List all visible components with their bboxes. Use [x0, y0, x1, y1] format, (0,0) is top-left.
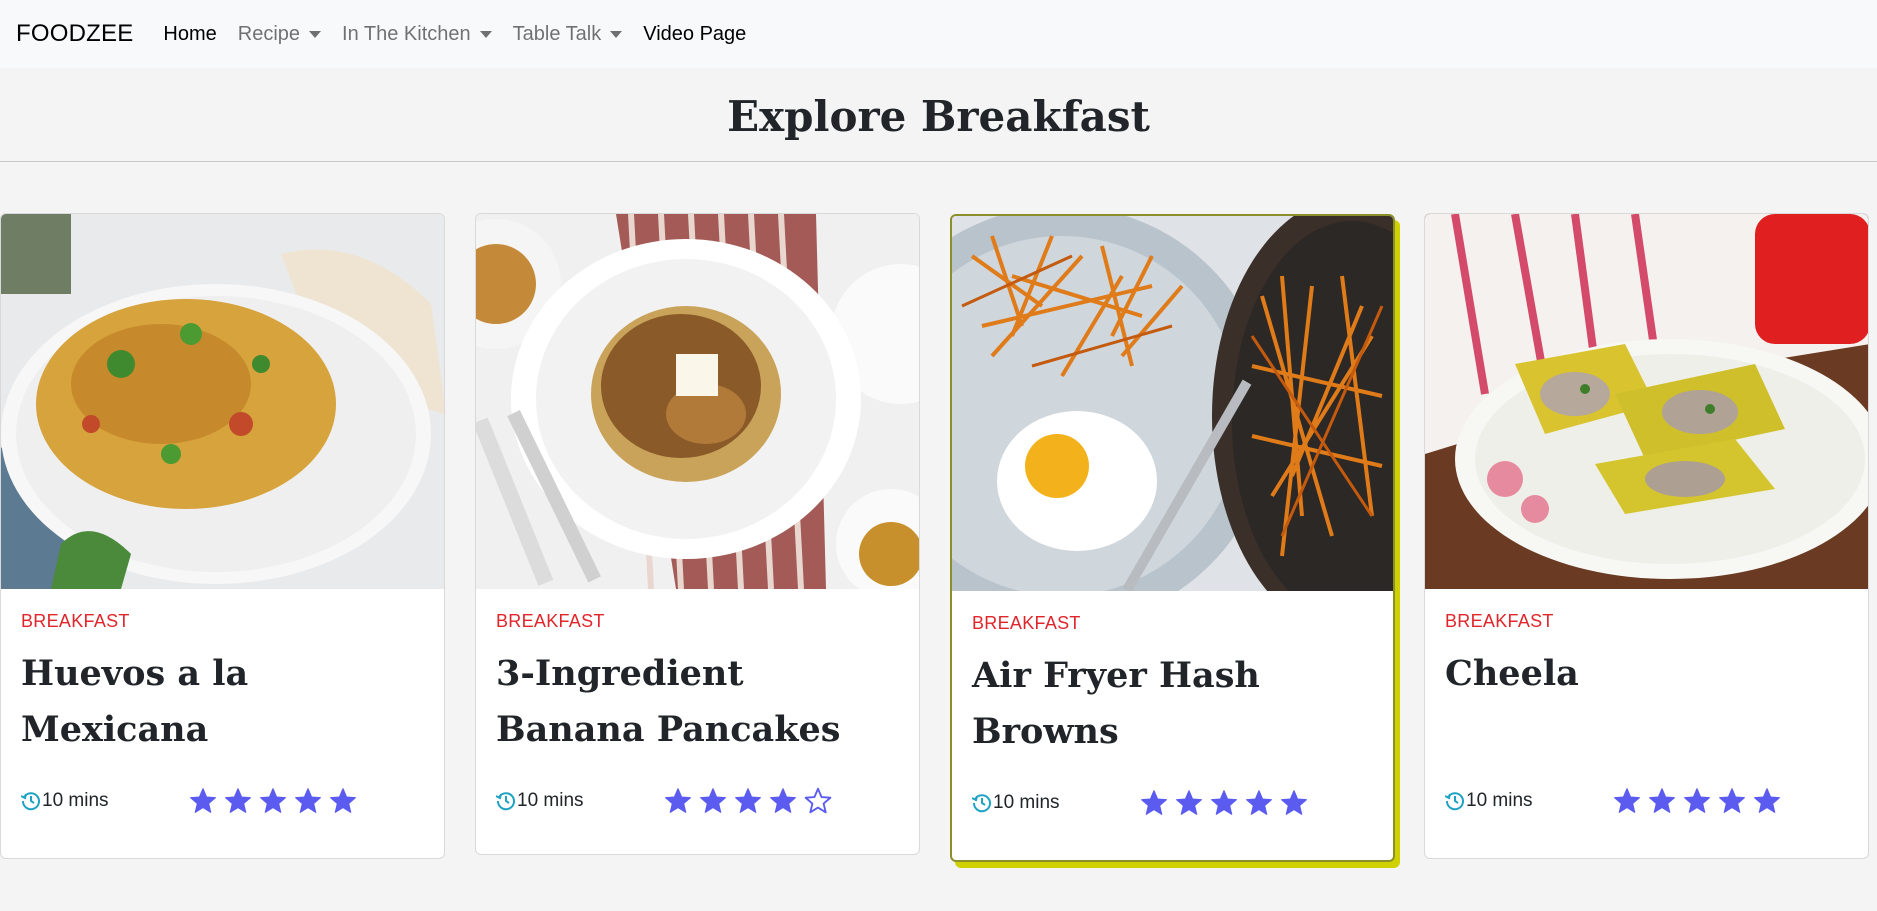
- history-clock-icon: [496, 792, 515, 811]
- star-filled-icon: [330, 788, 356, 813]
- caret-down-icon: [309, 30, 322, 38]
- star-filled-icon: [1176, 790, 1202, 815]
- cook-time: 10 mins: [972, 792, 1140, 814]
- page-header: Explore Breakfast: [0, 68, 1877, 162]
- page-title: Explore Breakfast: [727, 92, 1150, 141]
- recipe-image-pancakes[interactable]: [476, 214, 919, 589]
- rating-stars: [189, 787, 364, 815]
- cook-time-label: 10 mins: [993, 792, 1060, 813]
- star-filled-icon: [665, 788, 691, 813]
- cook-time-label: 10 mins: [42, 790, 109, 811]
- cook-time: 10 mins: [1445, 790, 1613, 812]
- history-clock-icon: [972, 794, 991, 813]
- history-clock-icon: [21, 792, 40, 811]
- rating-stars: [1140, 789, 1315, 817]
- star-filled-icon: [1684, 788, 1710, 813]
- cook-time: 10 mins: [496, 790, 664, 812]
- nav-in-the-kitchen-dropdown[interactable]: In The Kitchen: [342, 23, 492, 46]
- recipe-card-grid: BREAKFAST Huevos a la Mexicana 10 mins B…: [0, 162, 1877, 862]
- top-navbar: FOODZEE Home Recipe In The Kitchen Table…: [0, 0, 1877, 68]
- star-outline-icon: [804, 787, 832, 814]
- recipe-meta: 10 mins: [972, 789, 1373, 817]
- recipe-meta: 10 mins: [1445, 787, 1848, 815]
- nav-recipe-label: Recipe: [237, 22, 301, 45]
- nav-recipe-dropdown[interactable]: Recipe: [237, 22, 322, 46]
- recipe-title[interactable]: 3-Ingredient Banana Pancakes: [496, 646, 899, 758]
- recipe-meta: 10 mins: [496, 787, 899, 815]
- recipe-category[interactable]: BREAKFAST: [496, 611, 899, 632]
- recipe-image-huevos[interactable]: [1, 214, 444, 589]
- nav-home[interactable]: Home: [163, 23, 216, 46]
- recipe-card-body: BREAKFAST Cheela 10 mins: [1425, 589, 1868, 858]
- history-clock-icon: [1445, 792, 1464, 811]
- nav-in-the-kitchen-label: In The Kitchen: [342, 22, 471, 45]
- recipe-category[interactable]: BREAKFAST: [972, 613, 1373, 634]
- star-filled-icon: [1614, 788, 1640, 813]
- nav-home-label: Home: [163, 22, 217, 45]
- star-filled-icon: [735, 788, 761, 813]
- star-filled-icon: [1211, 790, 1237, 815]
- brand-logo[interactable]: FOODZEE: [16, 20, 133, 48]
- recipe-card[interactable]: BREAKFAST Cheela 10 mins: [1424, 213, 1869, 859]
- recipe-title[interactable]: Cheela: [1445, 646, 1848, 702]
- recipe-title[interactable]: Air Fryer Hash Browns: [972, 648, 1373, 760]
- star-filled-icon: [700, 788, 726, 813]
- star-filled-icon: [770, 788, 796, 813]
- recipe-title[interactable]: Huevos a la Mexicana: [21, 646, 424, 758]
- cook-time-label: 10 mins: [1466, 790, 1533, 811]
- nav-video-page[interactable]: Video Page: [643, 23, 746, 46]
- nav-table-talk-dropdown[interactable]: Table Talk: [513, 23, 623, 46]
- star-filled-icon: [1246, 790, 1272, 815]
- recipe-card-body: BREAKFAST Air Fryer Hash Browns 10 mins: [952, 591, 1393, 860]
- star-filled-icon: [1719, 788, 1745, 813]
- recipe-category[interactable]: BREAKFAST: [21, 611, 424, 632]
- recipe-card[interactable]: BREAKFAST Huevos a la Mexicana 10 mins: [0, 213, 445, 859]
- rating-stars: [664, 787, 839, 815]
- star-filled-icon: [1754, 788, 1780, 813]
- recipe-category[interactable]: BREAKFAST: [1445, 611, 1848, 632]
- recipe-image-cheela[interactable]: [1425, 214, 1868, 589]
- caret-down-icon: [479, 30, 492, 38]
- star-filled-icon: [295, 788, 321, 813]
- star-filled-icon: [1649, 788, 1675, 813]
- recipe-card-body: BREAKFAST Huevos a la Mexicana 10 mins: [1, 589, 444, 858]
- nav-table-talk-label: Table Talk: [512, 22, 602, 45]
- star-filled-icon: [260, 788, 286, 813]
- recipe-card-highlighted[interactable]: BREAKFAST Air Fryer Hash Browns 10 mins: [950, 214, 1395, 862]
- caret-down-icon: [610, 30, 623, 38]
- recipe-image-hash-browns[interactable]: [952, 216, 1393, 591]
- recipe-meta: 10 mins: [21, 787, 424, 815]
- star-filled-icon: [225, 788, 251, 813]
- cook-time-label: 10 mins: [517, 790, 584, 811]
- star-filled-icon: [1141, 790, 1167, 815]
- nav-video-page-label: Video Page: [643, 22, 747, 45]
- cook-time: 10 mins: [21, 790, 189, 812]
- recipe-card[interactable]: BREAKFAST 3-Ingredient Banana Pancakes 1…: [475, 213, 920, 855]
- star-filled-icon: [1281, 790, 1307, 815]
- star-filled-icon: [190, 788, 216, 813]
- recipe-card-body: BREAKFAST 3-Ingredient Banana Pancakes 1…: [476, 589, 919, 854]
- rating-stars: [1613, 787, 1788, 815]
